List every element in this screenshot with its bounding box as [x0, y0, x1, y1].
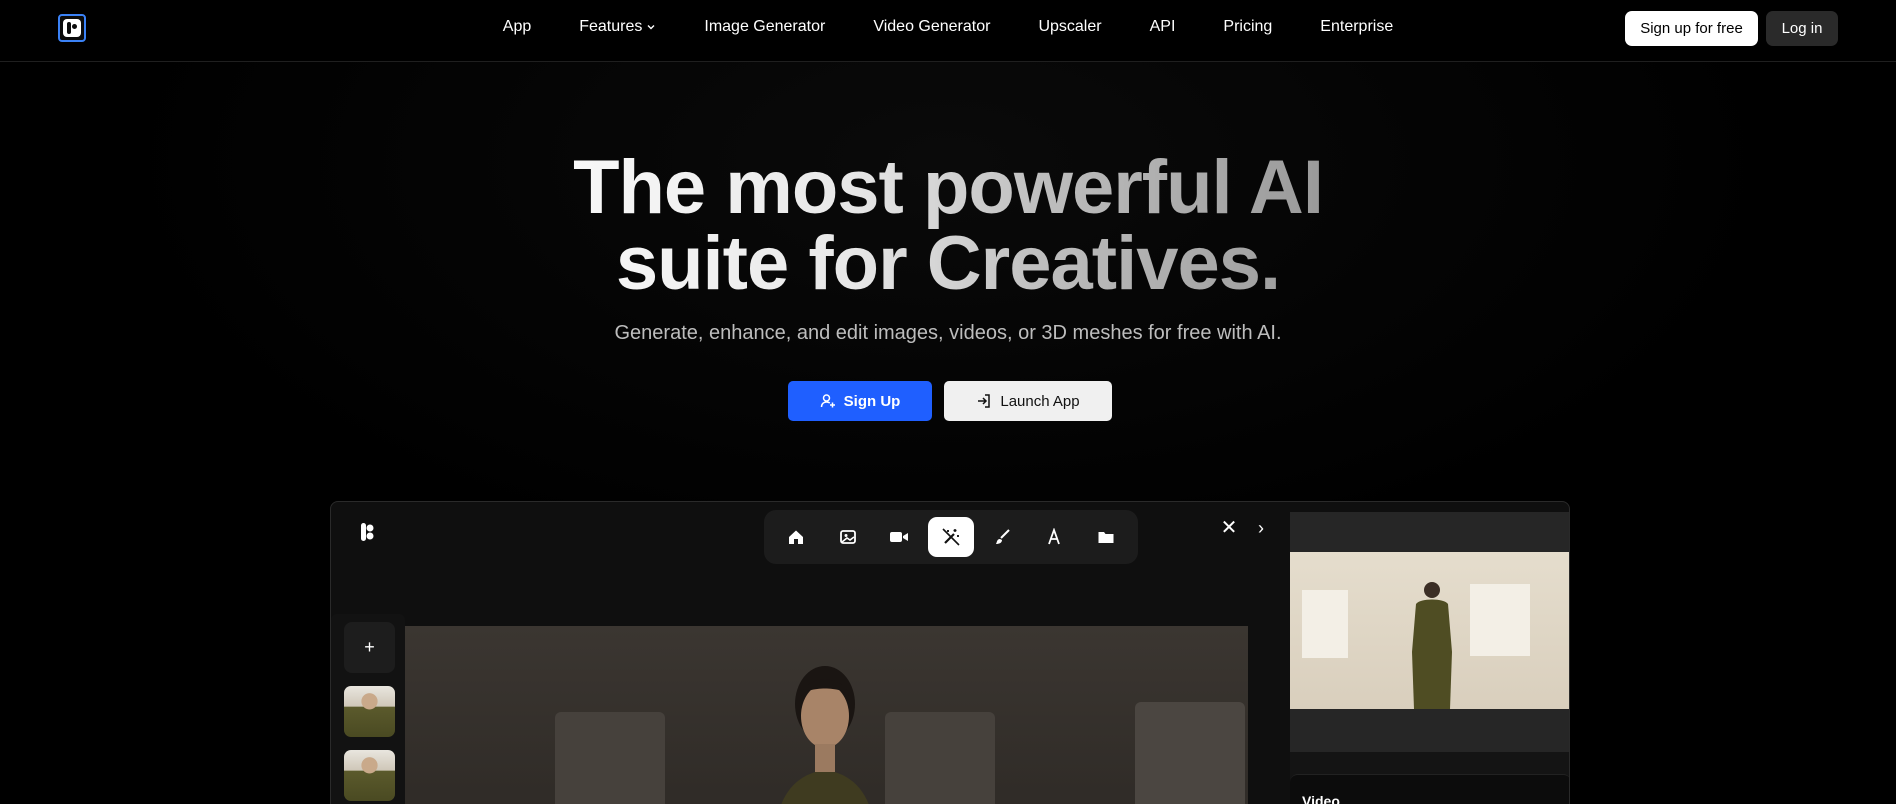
nav-link-api[interactable]: API	[1150, 18, 1176, 36]
thumbnail-image[interactable]	[344, 686, 395, 737]
text-icon[interactable]	[1031, 517, 1077, 557]
portrait-figure	[781, 666, 869, 804]
thumbnail-image[interactable]	[344, 750, 395, 801]
nav-link-pricing[interactable]: Pricing	[1223, 18, 1272, 36]
signup-free-button[interactable]: Sign up for free	[1625, 11, 1758, 46]
chevron-right-icon[interactable]: ›	[1251, 518, 1271, 538]
nav-link-features-label: Features	[579, 18, 643, 35]
nav-link-upscaler[interactable]: Upscaler	[1038, 18, 1101, 36]
main-canvas-image	[405, 626, 1248, 804]
nav-link-video-generator[interactable]: Video Generator	[873, 18, 990, 36]
app-logo-icon	[361, 523, 374, 541]
right-panel: Video	[1290, 512, 1569, 804]
user-plus-icon	[820, 394, 835, 408]
hero-title-line2: suite for Creatives.	[615, 221, 1281, 306]
close-icon[interactable]: ✕	[1219, 518, 1239, 538]
folder-icon[interactable]	[1083, 517, 1129, 557]
brush-icon[interactable]	[980, 517, 1026, 557]
nav-link-app[interactable]: App	[503, 18, 531, 36]
video-camera-icon[interactable]	[876, 517, 922, 557]
launch-app-label: Launch App	[1000, 392, 1080, 410]
launch-app-button[interactable]: Launch App	[944, 381, 1112, 421]
app-preview: ✕ › + Video	[330, 501, 1570, 804]
app-toolbar	[764, 510, 1138, 564]
hero-subtitle: Generate, enhance, and edit images, vide…	[614, 322, 1282, 344]
hero-title: The most powerful AI suite for Creatives…	[448, 150, 1448, 302]
add-button[interactable]: +	[344, 622, 395, 673]
video-section[interactable]: Video	[1290, 774, 1569, 804]
sign-up-button[interactable]: Sign Up	[788, 381, 932, 421]
top-nav: App Features Image Generator Video Gener…	[0, 0, 1896, 62]
nav-links: App Features Image Generator Video Gener…	[0, 0, 1896, 54]
login-arrow-icon	[978, 394, 991, 408]
nav-link-enterprise[interactable]: Enterprise	[1320, 18, 1393, 36]
image-icon[interactable]	[825, 517, 871, 557]
nav-link-features[interactable]: Features	[579, 18, 656, 36]
login-button[interactable]: Log in	[1766, 11, 1838, 46]
chevron-down-icon	[647, 25, 655, 30]
hero-title-line1: The most powerful AI	[573, 145, 1323, 230]
magic-wand-icon[interactable]	[927, 517, 974, 557]
nav-link-image-generator[interactable]: Image Generator	[704, 18, 825, 36]
preview-person	[1412, 582, 1452, 709]
home-icon[interactable]	[773, 517, 819, 557]
video-label: Video	[1302, 793, 1340, 804]
sign-up-label: Sign Up	[843, 392, 901, 410]
preview-image	[1290, 552, 1569, 709]
